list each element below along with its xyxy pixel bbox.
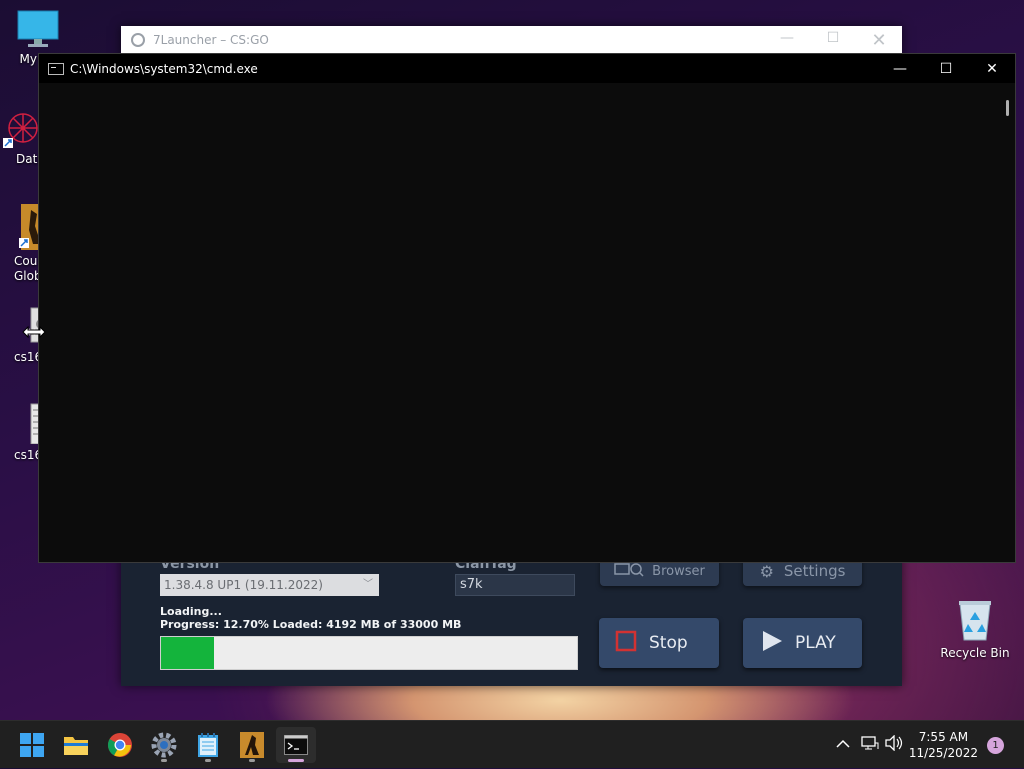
notepad-icon — [198, 733, 218, 757]
show-hidden-icons-chevron-icon[interactable] — [834, 737, 852, 753]
launcher-titlebar[interactable]: 7Launcher – CS:GO — ☐ ✕ — [121, 26, 902, 54]
play-icon — [761, 630, 783, 657]
progress-text: Progress: 12.70% Loaded: 4192 MB of 3300… — [160, 618, 462, 631]
running-indicator — [249, 759, 255, 762]
taskbar-cmd[interactable] — [276, 727, 316, 763]
play-button[interactable]: PLAY — [743, 618, 862, 668]
progress-fill — [161, 637, 214, 669]
cmd-icon — [48, 62, 64, 75]
launcher-title: 7Launcher – CS:GO — [153, 33, 269, 47]
settings-gear-icon: ⚙ — [759, 561, 774, 581]
notification-badge[interactable]: 1 — [987, 737, 1004, 754]
clock-time: 7:55 AM — [918, 730, 969, 744]
settings-label: Settings — [783, 562, 846, 580]
stop-label: Stop — [649, 633, 688, 653]
launcher-close-button[interactable]: ✕ — [856, 30, 902, 51]
file-explorer-icon — [64, 737, 88, 755]
version-select[interactable]: 1.38.4.8 UP1 (19.11.2022) ﹀ — [160, 574, 379, 596]
start-button[interactable] — [12, 727, 52, 763]
launcher-logo-icon — [131, 33, 145, 47]
version-value: 1.38.4.8 UP1 (19.11.2022) — [164, 578, 323, 592]
settings-icon — [151, 732, 177, 758]
taskbar-settings[interactable] — [144, 727, 184, 763]
clantag-input[interactable]: s7k — [455, 574, 575, 596]
download-progress-bar — [160, 636, 578, 670]
taskbar: 7:55 AM 11/25/2022 1 — [0, 720, 1024, 768]
clock-date: 11/25/2022 — [908, 746, 978, 760]
cmd-maximize-button[interactable]: ☐ — [923, 54, 969, 83]
loading-text: Loading... — [160, 605, 222, 618]
resize-cursor-icon — [22, 324, 46, 343]
cmd-scrollbar[interactable] — [998, 83, 1015, 562]
browser-label: Browser — [652, 563, 705, 579]
browser-icon — [614, 561, 644, 581]
taskbar-csgo-launcher[interactable] — [232, 727, 272, 763]
cmd-console-output[interactable] — [39, 83, 998, 562]
launcher-maximize-button[interactable]: ☐ — [810, 30, 856, 51]
cmd-close-button[interactable]: ✕ — [969, 54, 1015, 83]
taskbar-notepad[interactable] — [188, 727, 228, 763]
running-indicator — [205, 759, 211, 762]
network-icon[interactable] — [861, 735, 879, 755]
stop-icon — [615, 630, 637, 657]
cmd-scrollbar-thumb[interactable] — [1006, 100, 1009, 116]
active-indicator — [288, 759, 304, 762]
running-indicator — [161, 759, 167, 762]
play-label: PLAY — [795, 633, 836, 653]
cmd-titlebar[interactable]: C:\Windows\system32\cmd.exe — ☐ ✕ — [39, 54, 1015, 83]
chrome-icon — [107, 733, 132, 757]
clantag-value: s7k — [460, 577, 483, 592]
taskbar-file-explorer[interactable] — [56, 727, 96, 763]
taskbar-clock[interactable]: 7:55 AM 11/25/2022 — [909, 729, 978, 761]
terminal-icon — [284, 735, 308, 755]
volume-icon[interactable] — [885, 734, 903, 755]
desktop-icon-recycle-bin[interactable]: Recycle Bin — [938, 598, 1012, 661]
start-icon — [20, 733, 44, 757]
chevron-down-icon: ﹀ — [363, 579, 373, 590]
stop-button[interactable]: Stop — [599, 618, 719, 668]
launcher-minimize-button[interactable]: — — [764, 30, 810, 51]
recycle-bin-label: Recycle Bin — [940, 646, 1010, 660]
csgo-icon — [240, 732, 264, 758]
monitor-icon — [17, 10, 59, 48]
datawrapper-icon — [3, 108, 43, 148]
cmd-title: C:\Windows\system32\cmd.exe — [70, 61, 258, 76]
cmd-window[interactable]: C:\Windows\system32\cmd.exe — ☐ ✕ — [38, 53, 1016, 563]
taskbar-chrome[interactable] — [100, 727, 140, 763]
cmd-minimize-button[interactable]: — — [877, 54, 923, 83]
recycle-bin-icon — [956, 598, 994, 642]
